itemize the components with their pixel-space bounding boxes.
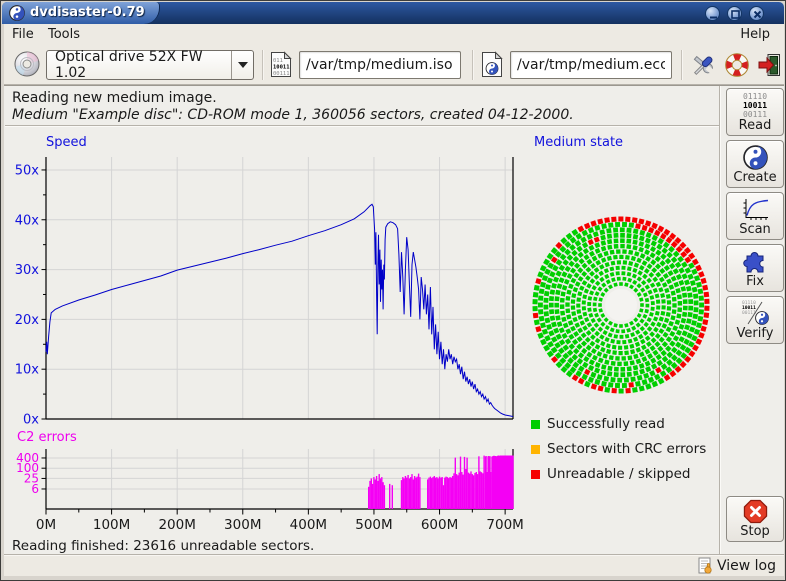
medium-state-disc [529,214,714,399]
toolbar-separator [262,50,264,80]
svg-text:50x: 50x [15,163,40,178]
maximize-button[interactable] [727,6,742,21]
legend-label-crc: Sectors with CRC errors [547,441,706,457]
create-yinyang-icon [743,145,768,170]
drive-selector-combo[interactable]: Optical drive 52X FW 1.02 [46,50,254,80]
legend-item-bad: Unreadable / skipped [531,466,716,491]
drive-selector-arrow[interactable] [231,51,253,79]
app-window: dvdisaster-0.79 File Tools Help Optic [0,0,786,581]
legend-swatch-bad [531,470,540,479]
ecc-path-input[interactable] [510,51,672,79]
footer-bar: View log [4,554,784,576]
legend-swatch-crc [531,445,540,454]
speed-and-c2-chart: 0x10x20x30x40x50x6251004000M100M200M300M… [4,128,524,540]
svg-text:10011: 10011 [743,101,767,110]
svg-text:0x: 0x [23,413,39,428]
legend-item-good: Successfully read [531,416,716,441]
close-button[interactable] [749,6,764,21]
medium-state-legend: Successfully read Sectors with CRC error… [531,416,716,491]
ecc-file-icon [481,51,503,78]
sidebar-separator [719,86,721,555]
chevron-down-icon [238,62,248,73]
svg-text:10x: 10x [15,363,40,378]
svg-text:400M: 400M [290,517,327,533]
svg-text:500M: 500M [355,517,392,533]
legend-label-bad: Unreadable / skipped [547,466,690,482]
fix-puzzle-icon [742,248,768,274]
legend-item-crc: Sectors with CRC errors [531,441,716,466]
svg-text:0M: 0M [36,517,56,533]
view-log-icon [698,557,715,574]
svg-text:400: 400 [16,451,39,465]
svg-text:700M: 700M [486,517,523,533]
toolbar: Optical drive 52X FW 1.02 011 10011 0011… [4,45,784,85]
menubar: File Tools Help [4,24,784,45]
svg-text:40x: 40x [15,213,40,228]
optical-drive-icon [13,50,41,78]
svg-text:30x: 30x [15,263,40,278]
separator [5,125,719,127]
view-log-label: View log [717,558,776,574]
toolbar-separator [472,50,474,80]
iso-file-icon: 011 10011 00111 [270,51,292,78]
svg-text:00111: 00111 [743,110,767,118]
svg-text:10011: 10011 [273,65,290,71]
verify-binary-yinyang-icon: 01110 10011 00111 [740,299,770,326]
window-title: dvdisaster-0.79 [30,5,145,20]
menu-help[interactable]: Help [734,26,776,43]
svg-text:011: 011 [273,58,283,64]
scan-curve-icon [741,197,769,222]
stop-octagon-icon [743,499,768,524]
titlebar[interactable]: dvdisaster-0.79 [2,2,784,24]
svg-text:00111: 00111 [273,71,290,77]
main-content: Reading new medium image. Medium "Exampl… [4,85,784,554]
quit-door-icon[interactable] [757,52,783,78]
reading-status-text: Reading finished: 23616 unreadable secto… [12,538,314,554]
read-button[interactable]: 01110 10011 00111 Read [726,88,784,136]
status-line-1: Reading new medium image. [12,90,217,106]
verify-button[interactable]: 01110 10011 00111 Verify [726,296,784,344]
action-sidebar: 01110 10011 00111 Read Create Scan [723,86,784,555]
menu-file[interactable]: File [6,26,40,43]
medium-state-title: Medium state [534,135,623,150]
svg-text:600M: 600M [421,517,458,533]
svg-text:20x: 20x [15,313,40,328]
svg-text:200M: 200M [158,517,195,533]
read-binary-icon: 01110 10011 00111 [733,91,777,118]
create-button[interactable]: Create [726,140,784,188]
fix-button[interactable]: Fix [726,244,784,292]
legend-label-good: Successfully read [547,416,665,432]
svg-text:01110: 01110 [743,92,767,101]
app-yinyang-icon [9,5,25,21]
scan-button[interactable]: Scan [726,192,784,240]
iso-path-input[interactable] [299,51,461,79]
toolbar-separator [681,50,683,80]
menu-tools[interactable]: Tools [42,26,86,43]
minimize-button[interactable] [705,6,720,21]
preferences-tools-icon[interactable] [690,52,718,78]
status-line-2: Medium "Example disc": CD-ROM mode 1, 36… [12,107,574,123]
legend-swatch-good [531,420,540,429]
svg-text:100M: 100M [93,517,130,533]
svg-text:300M: 300M [224,517,261,533]
view-log-button[interactable]: View log [698,557,776,574]
help-lifebuoy-icon[interactable] [724,52,750,78]
stop-button[interactable]: Stop [726,496,784,542]
drive-selector-value: Optical drive 52X FW 1.02 [47,49,231,81]
